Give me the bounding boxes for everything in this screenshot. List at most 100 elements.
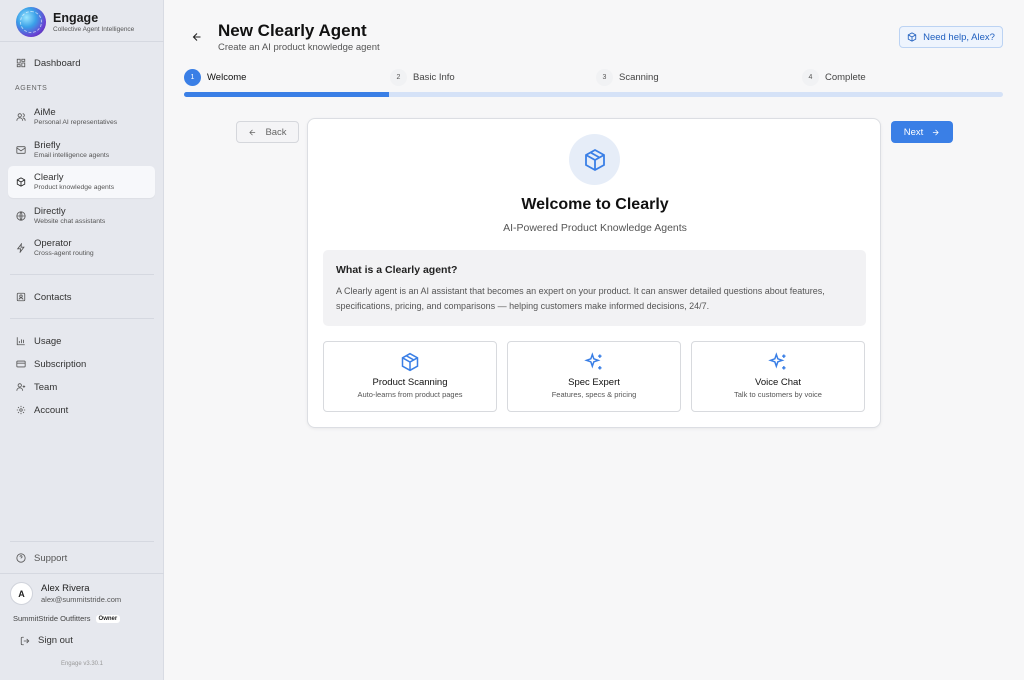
sidebar-item-sub: Email intelligence agents	[34, 152, 110, 159]
welcome-subtitle: AI-Powered Product Knowledge Agents	[503, 222, 687, 234]
package-icon	[16, 177, 26, 187]
feature-title: Voice Chat	[755, 377, 801, 388]
step-label: Complete	[825, 72, 866, 83]
log-out-icon	[20, 636, 30, 645]
feature-product-scanning: Product Scanning Auto-learns from produc…	[323, 341, 497, 412]
divider	[10, 318, 154, 319]
next-button[interactable]: Next	[891, 121, 953, 143]
sidebar-item-aime[interactable]: AiMe Personal AI representatives	[8, 103, 155, 131]
next-label: Next	[903, 126, 924, 138]
sidebar-item-subscription[interactable]: Subscription	[8, 357, 155, 371]
step-welcome: 1 Welcome	[184, 69, 246, 86]
user-plus-icon	[16, 382, 26, 392]
sidebar-item-sub: Personal AI representatives	[34, 119, 118, 126]
sidebar-item-label: Directly	[34, 206, 66, 217]
user-email: alex@summitstride.com	[41, 594, 122, 604]
progress-fill	[184, 92, 389, 97]
sidebar-item-label: Usage	[34, 335, 62, 347]
step-number: 1	[184, 69, 201, 86]
divider	[10, 541, 154, 542]
package-icon	[569, 134, 620, 185]
step-scanning: 3 Scanning	[596, 69, 659, 86]
sidebar-item-support[interactable]: Support	[8, 551, 155, 565]
users-icon	[16, 112, 26, 122]
welcome-title: Welcome to Clearly	[521, 196, 669, 213]
org-name: SummitStride Outfitters	[13, 614, 91, 623]
feature-spec-expert: Spec Expert Features, specs & pricing	[507, 341, 681, 412]
sidebar-item-clearly[interactable]: Clearly Product knowledge agents	[8, 166, 155, 198]
divider	[0, 41, 164, 42]
package-icon	[400, 352, 420, 372]
sidebar-item-contacts[interactable]: Contacts	[8, 290, 155, 304]
sidebar-item-label: Dashboard	[34, 57, 81, 69]
help-circle-icon	[16, 553, 26, 563]
step-basic-info: 2 Basic Info	[390, 69, 455, 86]
role-badge: Owner	[95, 614, 121, 623]
brand-tagline: Collective Agent Intelligence	[53, 25, 135, 33]
back-label: Back	[265, 126, 287, 138]
sign-out-label: Sign out	[38, 635, 73, 646]
feature-voice-chat: Voice Chat Talk to customers by voice	[691, 341, 865, 412]
arrow-right-icon	[933, 129, 939, 135]
bar-chart-icon	[16, 336, 26, 346]
sidebar-item-label: Operator	[34, 238, 72, 249]
sidebar-item-sub: Product knowledge agents	[34, 184, 115, 191]
back-button[interactable]: Back	[236, 121, 299, 143]
section-label-agents: AGENTS	[15, 85, 48, 92]
gear-icon	[16, 405, 26, 415]
sign-out-button[interactable]: Sign out	[20, 635, 73, 646]
user-profile[interactable]: A Alex Rivera alex@summitstride.com	[10, 582, 121, 605]
sidebar: Engage Collective Agent Intelligence Das…	[0, 0, 164, 680]
engage-logo-icon	[16, 7, 46, 37]
sidebar-item-label: Support	[34, 552, 68, 564]
welcome-card: Welcome to Clearly AI-Powered Product Kn…	[307, 118, 881, 428]
brand[interactable]: Engage Collective Agent Intelligence	[16, 7, 134, 37]
dashboard-icon	[16, 58, 26, 68]
sidebar-item-directly[interactable]: Directly Website chat assistants	[8, 202, 155, 230]
feature-subtitle: Talk to customers by voice	[734, 390, 822, 399]
info-box: What is a Clearly agent? A Clearly agent…	[323, 250, 866, 326]
info-text: A Clearly agent is an AI assistant that …	[336, 286, 825, 311]
sidebar-item-label: Team	[34, 381, 58, 393]
progress-bar	[184, 92, 1003, 97]
sidebar-item-label: AiMe	[34, 107, 56, 118]
step-number: 4	[802, 69, 819, 86]
page-title: New Clearly Agent	[218, 21, 367, 40]
step-complete: 4 Complete	[802, 69, 866, 86]
mail-icon	[16, 145, 26, 155]
contacts-icon	[16, 292, 26, 302]
step-label: Basic Info	[413, 72, 455, 83]
need-help-label: Need help, Alex?	[923, 31, 995, 43]
sidebar-item-usage[interactable]: Usage	[8, 334, 155, 348]
arrow-left-icon	[249, 129, 256, 135]
feature-subtitle: Features, specs & pricing	[551, 390, 637, 399]
feature-title: Product Scanning	[372, 377, 448, 388]
back-arrow-icon[interactable]	[191, 31, 203, 43]
sidebar-item-label: Contacts	[34, 291, 72, 303]
sidebar-item-operator[interactable]: Operator Cross-agent routing	[8, 234, 155, 262]
sidebar-item-account[interactable]: Account	[8, 403, 155, 417]
brand-name: Engage	[53, 10, 99, 25]
page-subtitle: Create an AI product knowledge agent	[218, 42, 380, 53]
credit-card-icon	[16, 359, 26, 369]
app-version: Engage v3.30.1	[60, 661, 104, 667]
globe-icon	[16, 211, 26, 221]
step-label: Scanning	[619, 72, 659, 83]
sparkles-icon	[768, 352, 788, 372]
organization: SummitStride Outfitters Owner	[13, 614, 121, 623]
feature-subtitle: Auto-learns from product pages	[357, 390, 463, 399]
sidebar-item-label: Briefly	[34, 140, 61, 151]
sidebar-item-dashboard[interactable]: Dashboard	[8, 56, 155, 70]
divider	[0, 573, 164, 574]
sidebar-item-label: Clearly	[34, 172, 64, 183]
need-help-button[interactable]: Need help, Alex?	[899, 26, 1003, 48]
sidebar-item-sub: Website chat assistants	[34, 218, 106, 225]
user-name: Alex Rivera	[41, 582, 90, 594]
sidebar-item-label: Subscription	[34, 358, 87, 370]
sidebar-item-briefly[interactable]: Briefly Email intelligence agents	[8, 136, 155, 164]
step-number: 3	[596, 69, 613, 86]
step-number: 2	[390, 69, 407, 86]
sidebar-item-team[interactable]: Team	[8, 380, 155, 394]
sidebar-item-label: Account	[34, 404, 69, 416]
feature-title: Spec Expert	[568, 377, 620, 388]
